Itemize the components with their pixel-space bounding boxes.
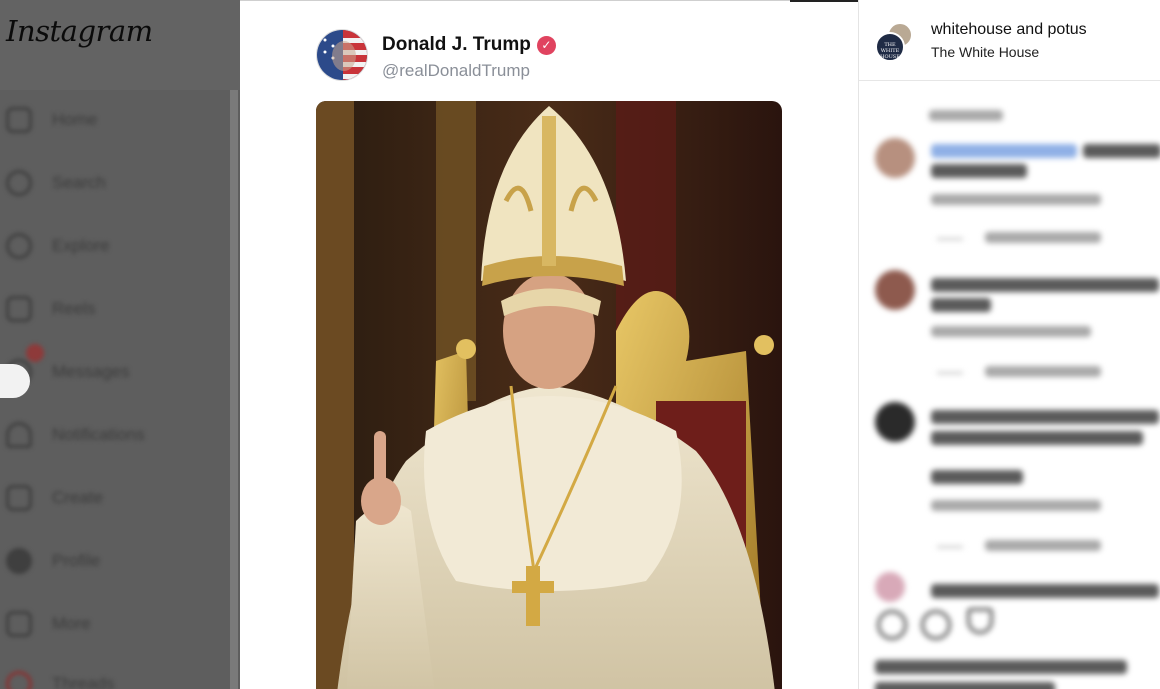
panel-subtitle: The White House	[931, 44, 1040, 60]
threads-icon	[6, 671, 32, 689]
cursor-highlight	[0, 364, 30, 398]
menu-icon	[6, 611, 32, 637]
comment-avatar[interactable]	[875, 402, 915, 442]
post-view: Donald J. Trump ✓ @realDonaldTrump	[240, 0, 858, 689]
share-icon[interactable]	[967, 608, 993, 634]
like-icon[interactable]	[877, 610, 907, 640]
comment-actions-placeholder[interactable]	[931, 500, 1101, 511]
sidebar-item-threads[interactable]: Threads	[6, 664, 226, 689]
explore-icon	[6, 233, 32, 259]
sidebar-item-more[interactable]: More	[6, 604, 226, 644]
comment-actions-placeholder[interactable]	[931, 194, 1101, 205]
author-avatar[interactable]	[316, 29, 368, 81]
top-scroll-indicator	[790, 0, 858, 2]
flag-portrait-icon	[317, 30, 367, 80]
sidebar-item-label: Notifications	[52, 425, 145, 444]
sidebar-item-create[interactable]: Create	[6, 478, 226, 518]
comment-text-placeholder	[931, 164, 1027, 178]
comment-text-placeholder	[931, 410, 1159, 424]
comment-text-placeholder	[931, 470, 1023, 484]
view-replies-placeholder[interactable]	[985, 366, 1101, 377]
sidebar-scrollbar[interactable]	[230, 90, 238, 689]
comment-username-placeholder[interactable]	[931, 144, 1077, 158]
instagram-logo[interactable]: Instagram	[6, 14, 153, 48]
comment-text-placeholder	[931, 584, 1159, 598]
sidebar-item-label: Threads	[52, 674, 115, 689]
replies-divider	[937, 238, 963, 240]
notification-badge	[26, 344, 44, 362]
search-icon	[6, 170, 32, 196]
comment-avatar[interactable]	[875, 270, 915, 310]
sidebar-item-profile[interactable]: Profile	[6, 541, 226, 581]
replies-divider	[937, 546, 963, 548]
comment-meta-placeholder	[929, 110, 1003, 121]
comment-text-placeholder	[1083, 144, 1160, 158]
sidebar-item-label: More	[52, 614, 91, 633]
whitehouse-avatar-text: THE WHITE HOUSE	[880, 42, 900, 60]
sidebar-item-reels[interactable]: Reels	[6, 289, 226, 329]
sidebar-item-label: Search	[52, 173, 106, 192]
profile-icon	[6, 548, 32, 574]
comment-text-placeholder	[931, 431, 1143, 445]
sidebar-item-messages[interactable]: Messages	[6, 344, 226, 392]
author-name-text: Donald J. Trump	[382, 34, 531, 55]
sidebar-item-notifications[interactable]: Notifications	[6, 415, 226, 455]
collab-avatars[interactable]: THE WHITE HOUSE	[875, 22, 915, 62]
sidebar-item-search[interactable]: Search	[6, 163, 226, 203]
comments-panel: THE WHITE HOUSE whitehouse and potus The…	[858, 0, 1160, 689]
comment-actions-placeholder[interactable]	[931, 326, 1091, 337]
comment-icon[interactable]	[921, 610, 951, 640]
pope-portrait-image	[316, 101, 782, 689]
sidebar-item-label: Explore	[52, 236, 110, 255]
liked-by-placeholder[interactable]	[875, 660, 1127, 674]
panel-header: THE WHITE HOUSE whitehouse and potus The…	[859, 0, 1160, 81]
post-image[interactable]	[316, 101, 782, 689]
sidebar-item-home[interactable]: Home	[6, 100, 226, 140]
sidebar-item-label: Reels	[52, 299, 96, 318]
author-name[interactable]: Donald J. Trump ✓	[382, 34, 556, 56]
panel-title[interactable]: whitehouse and potus	[931, 21, 1087, 39]
verified-badge-icon: ✓	[536, 36, 556, 55]
liked-by-placeholder[interactable]	[875, 682, 1055, 689]
view-replies-placeholder[interactable]	[985, 232, 1101, 243]
reels-icon	[6, 296, 32, 322]
sidebar-item-label: Profile	[52, 551, 101, 570]
home-icon	[6, 107, 32, 133]
comment-avatar[interactable]	[875, 138, 915, 178]
create-icon	[6, 485, 32, 511]
view-replies-placeholder[interactable]	[985, 540, 1101, 551]
whitehouse-avatar[interactable]: THE WHITE HOUSE	[875, 32, 905, 62]
sidebar: Instagram Home Search Explore Reels Mess…	[0, 0, 240, 689]
sidebar-item-label: Home	[52, 110, 98, 129]
comment-avatar[interactable]	[875, 572, 905, 602]
sidebar-item-explore[interactable]: Explore	[6, 226, 226, 266]
heart-icon	[6, 422, 32, 448]
author-handle[interactable]: @realDonaldTrump	[382, 61, 530, 81]
replies-divider	[937, 372, 963, 374]
sidebar-item-label: Create	[52, 488, 104, 507]
sidebar-item-label: Messages	[52, 362, 130, 381]
comment-text-placeholder	[931, 298, 991, 312]
comment-text-placeholder	[931, 278, 1159, 292]
